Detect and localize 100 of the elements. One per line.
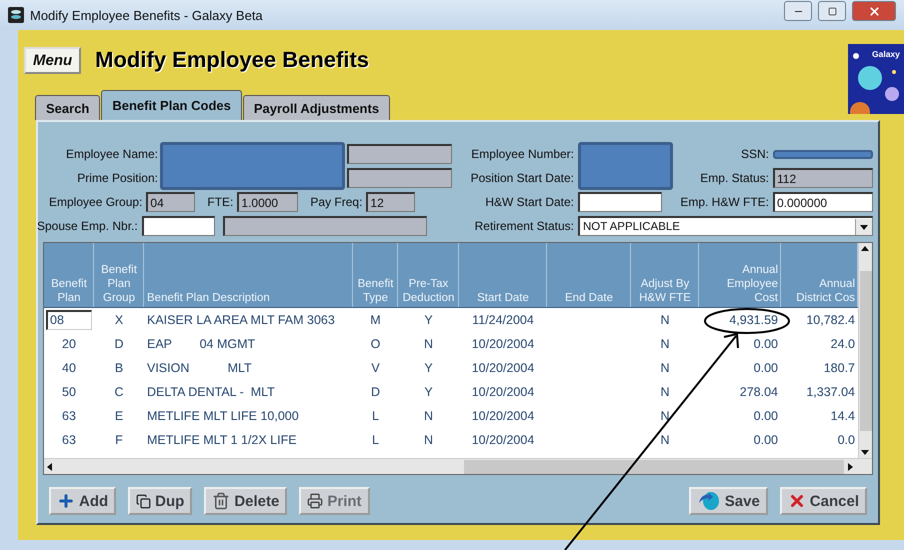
table-cell-text: 10/20/2004 (470, 361, 536, 375)
table-cell-text: 0.00 (752, 337, 779, 351)
group-field: 04 (146, 192, 196, 212)
save-icon (696, 491, 721, 511)
tab[interactable]: Payroll Adjustments (242, 95, 390, 120)
table-cell-text: 10,782.4 (805, 313, 856, 327)
table-cell-text: 63 (61, 409, 77, 423)
table-cell-text: F (114, 433, 124, 447)
add-button[interactable]: Add (49, 487, 116, 515)
field-label: Employee Group: (49, 195, 142, 209)
horizontal-scrollbar[interactable] (44, 458, 872, 474)
plus-icon (57, 492, 75, 510)
table-cell-text: 14.4 (830, 409, 856, 423)
table-cell-text: N (659, 337, 671, 351)
field-label: Emp. H&W FTE: (679, 195, 769, 209)
table-cell-text: 24.0 (830, 337, 856, 351)
trash-icon (212, 492, 230, 510)
table-cell-text: 10/20/2004 (470, 385, 536, 399)
vertical-scrollbar[interactable] (858, 243, 872, 458)
column-header: Benefit Type (353, 243, 398, 307)
table-cell-text: N (659, 361, 671, 375)
maximize-button[interactable] (818, 1, 846, 21)
save-button[interactable]: Save (688, 487, 768, 515)
table-cell-text: 63 (61, 433, 77, 447)
table-cell-text: 1,337.04 (805, 385, 856, 399)
maximize-icon (828, 6, 836, 16)
table-cell-text: VISION MLT (146, 361, 253, 375)
table-cell-text: Y (423, 385, 434, 399)
table-cell-text: L (371, 409, 380, 423)
tab[interactable]: Benefit Plan Codes (101, 90, 242, 120)
input-field[interactable] (142, 216, 215, 236)
table-cell-text: N (659, 409, 671, 423)
column-header: Adjust By H&W FTE (631, 243, 699, 307)
table-cell-text: L (371, 433, 380, 447)
table-cell-text: 11/24/2004 (471, 313, 535, 327)
table-cell-text: N (659, 385, 671, 399)
table-cell-text: D (113, 337, 125, 351)
table-cell-text: 40 (61, 361, 77, 375)
table-cell-text: N (659, 433, 671, 447)
field-label: Retirement Status: (474, 219, 574, 233)
field-label: Spouse Emp. Nbr.: (37, 219, 138, 233)
minimize-button[interactable] (784, 1, 812, 21)
table-cell-text: KAISER LA AREA MLT FAM 3063 (146, 313, 336, 327)
table-cell-text: METLIFE MLT LIFE 10,000 (146, 409, 300, 423)
input-field[interactable] (578, 192, 662, 212)
table-cell-text: O (370, 337, 382, 351)
table-cell-text: DELTA DENTAL - MLT (146, 385, 276, 399)
table-cell-text: 278.04 (738, 385, 779, 399)
app-icon (8, 7, 24, 23)
table-cell-text: 0.00 (752, 433, 779, 447)
table-cell-text: B (114, 361, 124, 375)
table-cell-text: M (369, 313, 382, 327)
cell-input[interactable]: 08 (46, 310, 92, 330)
field-label: FTE: (207, 195, 234, 209)
table-cell-text: D (370, 385, 382, 399)
duplicate-button[interactable]: Dup (128, 487, 192, 515)
column-header: Annual Employee Cost (699, 243, 781, 307)
table-cell-text: N (422, 433, 434, 447)
field-label: Pay Freq: (310, 195, 362, 209)
table-cell-text: N (659, 313, 671, 327)
dropdown[interactable]: NOT APPLICABLE (578, 216, 873, 236)
input-field[interactable]: 0.000000 (773, 192, 873, 212)
window-title: Modify Employee Benefits - Galaxy Beta (30, 8, 264, 22)
table-cell-text: 4,931.59 (728, 313, 779, 327)
table-cell-text: 20 (61, 337, 77, 351)
field-label: Prime Position: (76, 171, 158, 185)
pay-freq-field: 12 (366, 192, 416, 212)
field-label: Emp. Status: (699, 171, 769, 185)
field-label: Position Start Date: (470, 171, 574, 185)
cancel-button[interactable]: Cancel (780, 487, 867, 515)
table-cell-text: N (422, 409, 434, 423)
column-header: Start Date (459, 243, 547, 307)
column-header: Benefit Plan (44, 243, 94, 307)
table-cell-text: 50 (61, 385, 77, 399)
fte-field: 1.0000 (237, 192, 298, 212)
table-cell-text: N (422, 337, 434, 351)
tab[interactable]: Search (35, 95, 100, 120)
table-cell-text: 180.7 (822, 361, 856, 375)
column-header: Benefit Plan Group (94, 243, 144, 307)
table-cell-text: 0.00 (752, 361, 779, 375)
table-cell-text: 10/20/2004 (470, 337, 536, 351)
table-cell-text: METLIFE MLT 1 1/2X LIFE (146, 433, 298, 447)
table-cell-text: Y (423, 361, 434, 375)
table-cell-text: V (370, 361, 381, 375)
copy-icon (136, 494, 152, 508)
caret-icon (855, 218, 872, 234)
field-label: Employee Number: (470, 147, 574, 161)
table-cell-text: C (113, 385, 125, 399)
table-cell-text: X (114, 313, 124, 327)
column-header: Benefit Plan Description (144, 243, 353, 307)
menu-button[interactable]: Menu (24, 46, 82, 74)
close-icon (868, 4, 880, 18)
field-label: SSN: (740, 147, 769, 161)
column-header: End Date (547, 243, 631, 307)
table-cell-text: 10/20/2004 (470, 409, 536, 423)
table-cell-text: EAP 04 MGMT (146, 337, 256, 351)
printer-icon (307, 493, 324, 509)
table-cell-text: 10/20/2004 (470, 433, 536, 447)
close-button[interactable] (852, 1, 896, 21)
delete-button[interactable]: Delete (204, 487, 288, 515)
